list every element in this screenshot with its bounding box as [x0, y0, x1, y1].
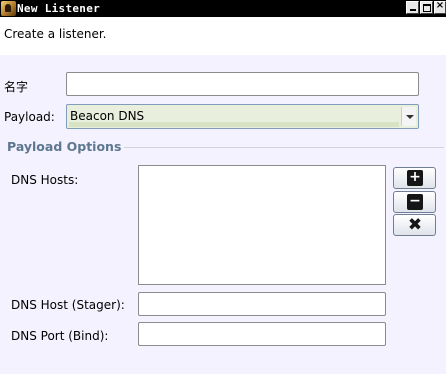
listener-form: 名字 Payload: Beacon DNS Payload Options D…	[0, 55, 446, 374]
dns-hosts-label: DNS Hosts:	[11, 173, 79, 187]
payload-selected-value: Beacon DNS	[70, 109, 145, 123]
name-label: 名字	[4, 80, 29, 94]
add-host-button[interactable]: +	[393, 167, 436, 189]
clear-hosts-button[interactable]: ✖	[393, 214, 436, 236]
maximize-button[interactable]	[420, 1, 433, 14]
payload-select[interactable]: Beacon DNS	[66, 104, 419, 129]
close-button[interactable]: ×	[434, 0, 446, 14]
maximize-icon	[423, 4, 431, 12]
section-title: Payload Options	[7, 139, 122, 154]
title-bar: New Listener ×	[0, 0, 446, 17]
section-divider	[124, 147, 444, 148]
dns-port-bind-label: DNS Port (Bind):	[11, 329, 109, 343]
dns-host-stager-label: DNS Host (Stager):	[11, 298, 125, 312]
window-title: New Listener	[17, 2, 101, 15]
name-input[interactable]	[66, 72, 419, 96]
app-icon	[1, 1, 16, 16]
x-icon: ✖	[407, 215, 423, 235]
dns-host-stager-input[interactable]	[138, 292, 386, 316]
close-icon: ×	[435, 0, 445, 11]
dns-port-bind-input[interactable]	[138, 322, 386, 346]
chevron-down-icon[interactable]	[401, 107, 416, 126]
minimize-icon	[410, 9, 416, 11]
intro-text: Create a listener.	[4, 27, 107, 41]
payload-label: Payload:	[4, 110, 55, 124]
minimize-button[interactable]	[406, 1, 419, 14]
dns-hosts-list[interactable]	[138, 165, 386, 285]
remove-host-button[interactable]: −	[393, 191, 436, 213]
intro-area: Create a listener.	[0, 17, 446, 55]
minus-icon: −	[407, 194, 423, 210]
plus-icon: +	[407, 170, 423, 186]
